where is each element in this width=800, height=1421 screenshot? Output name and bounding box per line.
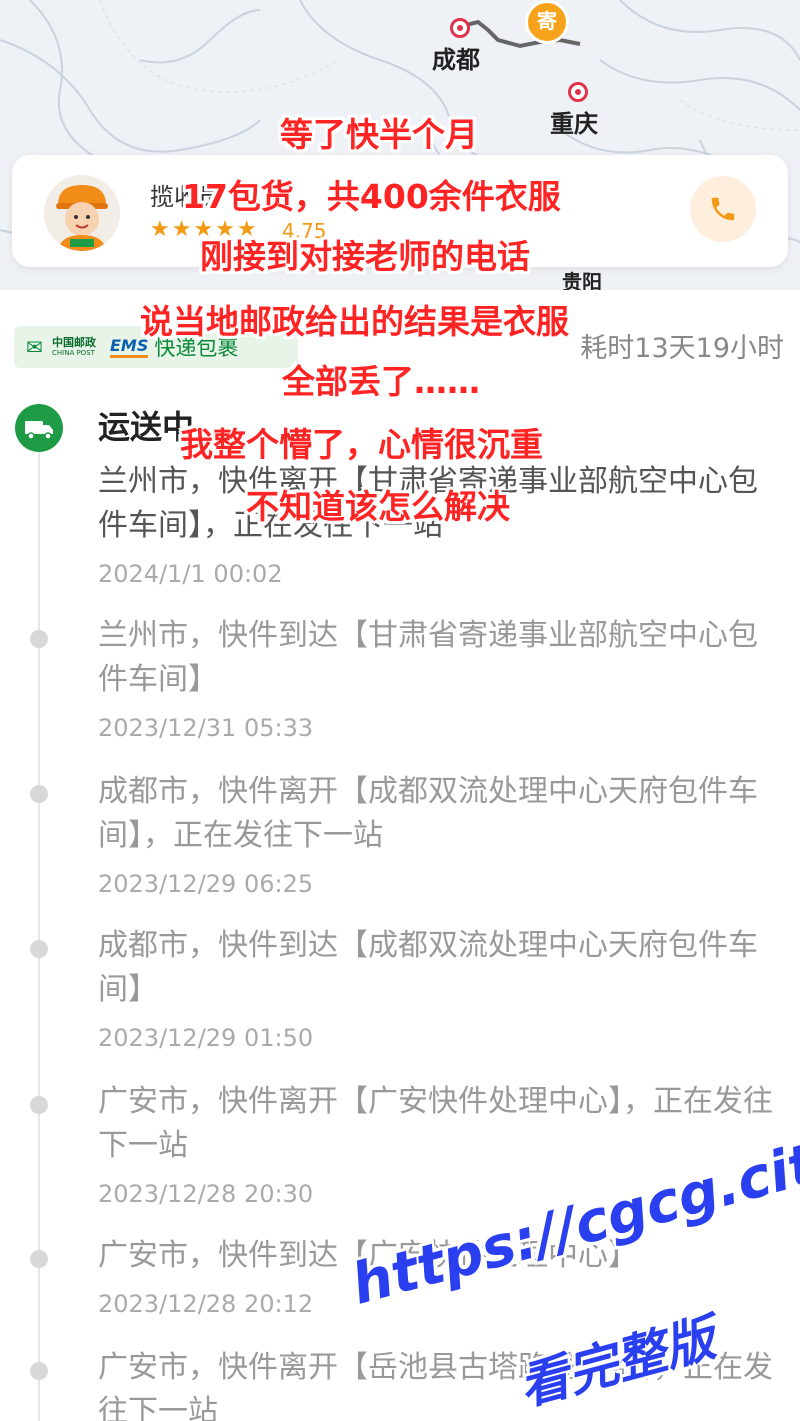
china-post-icon: ✉ xyxy=(26,335,43,359)
chongqing-marker[interactable] xyxy=(568,82,588,102)
phone-icon xyxy=(708,197,738,232)
caption-line-5: 全部丢了…… xyxy=(282,362,480,401)
city-label-chengdu: 成都 xyxy=(432,46,480,74)
timeline-dot xyxy=(30,1096,48,1114)
courier-avatar xyxy=(44,175,120,251)
timeline-dot xyxy=(30,940,48,958)
event-description: 兰州市，快件到达【甘肃省寄递事业部航空中心包件车间】 xyxy=(98,618,758,697)
event-time: 2023/12/29 06:25 xyxy=(98,870,314,898)
event-description: 广安市，快件离开【广安快件处理中心】，正在发往下一站 xyxy=(98,1084,773,1163)
caption-line-3: 刚接到对接老师的电话 xyxy=(200,237,530,276)
caption-line-2: 17包货，共400余件衣服 xyxy=(182,177,561,216)
transit-duration: 耗时13天19小时 xyxy=(580,333,784,364)
event-time: 2023/12/29 01:50 xyxy=(98,1024,314,1052)
china-post-cn: 中国邮政 xyxy=(52,335,96,349)
tracking-event: 兰州市，快件到达【甘肃省寄递事业部航空中心包件车间】 2023/12/31 05… xyxy=(98,614,778,742)
timeline-dot xyxy=(30,1250,48,1268)
tracking-event: 成都市，快件到达【成都双流处理中心天府包件车间】 2023/12/29 01:5… xyxy=(98,924,778,1052)
caption-line-7: 不知道该怎么解决 xyxy=(246,487,510,526)
courier-location-pin[interactable]: 寄 xyxy=(525,0,569,44)
delivery-truck-icon xyxy=(15,404,63,452)
timeline-line xyxy=(38,440,40,1421)
timeline-dot xyxy=(30,785,48,803)
caption-line-6: 我整个懵了，心情很沉重 xyxy=(180,425,543,464)
event-time: 2024/1/1 00:02 xyxy=(98,560,283,588)
event-description: 成都市，快件到达【成都双流处理中心天府包件车间】 xyxy=(98,928,758,1007)
timeline-dot xyxy=(30,630,48,648)
china-post-en: CHINA POST xyxy=(52,348,95,357)
caption-line-4: 说当地邮政给出的结果是衣服 xyxy=(140,302,569,341)
city-label-chongqing: 重庆 xyxy=(550,110,598,138)
event-time: 2023/12/31 05:33 xyxy=(98,714,314,742)
china-post-logo: ✉ 中国邮政 CHINA POST xyxy=(26,336,96,358)
timeline-dot xyxy=(30,1362,48,1380)
call-courier-button[interactable] xyxy=(690,176,756,242)
event-description: 成都市，快件离开【成都双流处理中心天府包件车间】，正在发往下一站 xyxy=(98,774,758,853)
city-label-guiyang: 贵阳 xyxy=(562,270,602,290)
caption-line-1: 等了快半个月 xyxy=(280,115,478,154)
chengdu-marker[interactable] xyxy=(450,18,470,38)
tracking-event: 成都市，快件离开【成都双流处理中心天府包件车间】，正在发往下一站 2023/12… xyxy=(98,770,778,898)
